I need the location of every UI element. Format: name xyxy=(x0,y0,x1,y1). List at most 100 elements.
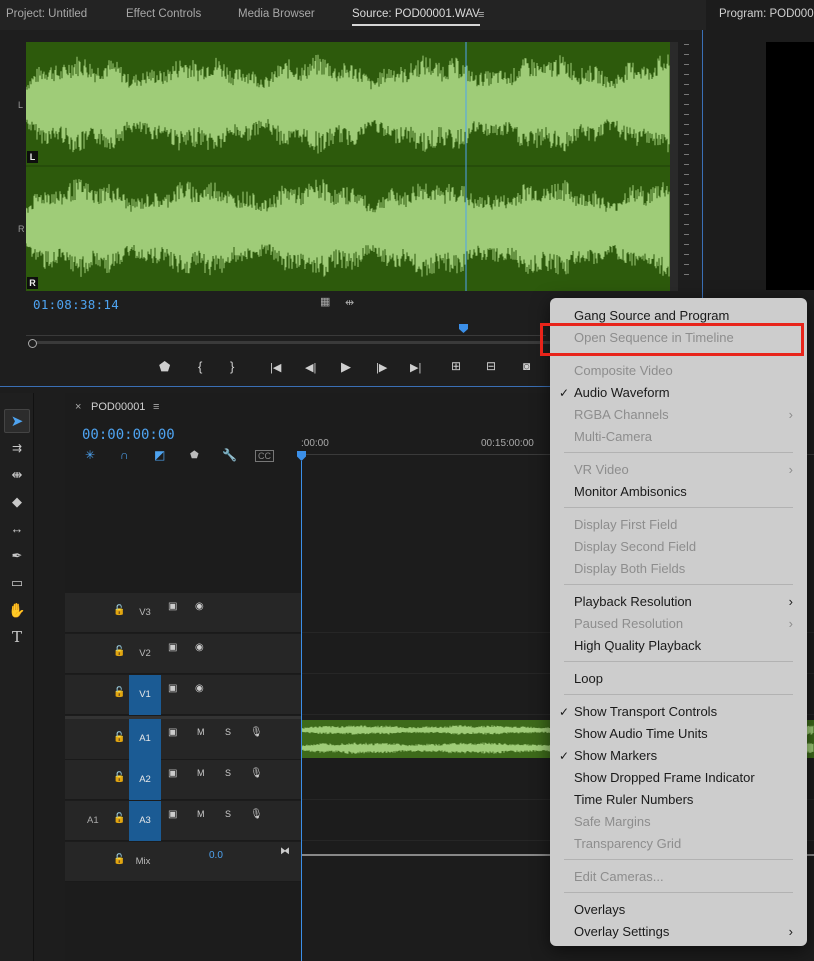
timeline-playhead[interactable] xyxy=(297,451,306,461)
eye-icon[interactable]: ◉ xyxy=(195,601,204,612)
track-name-v1[interactable]: V1 xyxy=(129,675,161,715)
menu-item-display-both-fields[interactable]: Display Both Fields xyxy=(574,561,685,577)
menu-item-display-first-field[interactable]: Display First Field xyxy=(574,517,677,533)
hand-tool-icon[interactable]: ✋ xyxy=(4,598,30,622)
pen-tool-icon[interactable]: ✒ xyxy=(4,544,30,568)
program-viewer[interactable] xyxy=(766,42,814,290)
track-header-v3[interactable]: 🔓 V3 ▣ ◉ xyxy=(65,593,301,633)
menu-item-edit-cameras[interactable]: Edit Cameras... xyxy=(574,869,664,885)
source-patch-a1[interactable]: A1 xyxy=(87,815,99,826)
nest-icon[interactable]: ✳ xyxy=(85,448,95,462)
lock-icon[interactable]: 🔓 xyxy=(113,605,125,616)
type-tool-icon[interactable]: T xyxy=(4,625,30,649)
menu-item-paused-resolution[interactable]: Paused Resolution xyxy=(574,616,683,632)
track-header-v1[interactable]: 🔓 V1 ▣ ◉ xyxy=(65,675,301,715)
track-name-a1[interactable]: A1 xyxy=(129,719,161,760)
mix-pan-icon[interactable]: ⧓ xyxy=(280,846,290,857)
track-name-a2[interactable]: A2 xyxy=(129,760,161,800)
audio-waveform[interactable]: L R xyxy=(26,42,670,291)
audio-drag-icon[interactable]: ⇹ xyxy=(345,296,354,309)
ripple-edit-tool-icon[interactable]: ⇼ xyxy=(4,463,30,487)
go-to-in-button[interactable]: |◀ xyxy=(270,361,281,374)
lock-icon[interactable]: 🔓 xyxy=(113,687,125,698)
track-select-tool-icon[interactable]: ⇉ xyxy=(4,436,30,460)
timeline-timecode[interactable]: 00:00:00:00 xyxy=(82,427,175,443)
go-to-out-button[interactable]: ▶| xyxy=(410,361,421,374)
tab-media-browser[interactable]: Media Browser xyxy=(238,8,315,20)
camera-icon[interactable]: ◙ xyxy=(523,359,530,373)
track-name-v3[interactable]: V3 xyxy=(129,593,161,633)
eye-icon[interactable]: ◉ xyxy=(195,683,204,694)
menu-item-show-audio-time-units[interactable]: Show Audio Time Units xyxy=(574,726,708,742)
zoom-handle[interactable] xyxy=(28,339,37,348)
menu-item-rgba-channels[interactable]: RGBA Channels xyxy=(574,407,669,423)
toggle-sync-icon[interactable]: ▣ xyxy=(168,601,177,612)
track-header-v2[interactable]: 🔓 V2 ▣ ◉ xyxy=(65,634,301,674)
wrench-icon[interactable]: 🔧 xyxy=(222,448,237,462)
track-header-a3[interactable]: A1 🔓 A3 ▣ M S 🎙 xyxy=(65,801,301,841)
razor-tool-icon[interactable]: ◆ xyxy=(4,490,30,514)
menu-item-overlay-settings[interactable]: Overlay Settings xyxy=(574,924,669,940)
insert-icon[interactable]: ⊞ xyxy=(451,359,461,373)
mute-button[interactable]: M xyxy=(197,768,205,778)
menu-item-loop[interactable]: Loop xyxy=(574,671,603,687)
toggle-sync-icon[interactable]: ▣ xyxy=(168,768,177,779)
snap-icon[interactable]: ∩ xyxy=(120,448,129,462)
menu-item-safe-margins[interactable]: Safe Margins xyxy=(574,814,651,830)
linked-selection-icon[interactable]: ◩ xyxy=(154,448,165,462)
tab-program[interactable]: Program: POD0000 xyxy=(719,8,814,20)
microphone-icon[interactable]: 🎙 xyxy=(250,768,263,779)
track-name-a3[interactable]: A3 xyxy=(129,801,161,841)
close-sequence-icon[interactable]: × xyxy=(75,401,81,413)
add-marker-icon[interactable]: ⬟ xyxy=(190,450,199,461)
step-back-button[interactable]: ◀| xyxy=(305,361,316,374)
menu-item-multi-camera[interactable]: Multi-Camera xyxy=(574,429,652,445)
lock-icon[interactable]: 🔓 xyxy=(113,813,125,824)
captions-icon[interactable]: CC xyxy=(255,450,274,462)
tab-effect-controls[interactable]: Effect Controls xyxy=(126,8,201,20)
sequence-menu-icon[interactable]: ≡ xyxy=(153,401,159,413)
microphone-icon[interactable]: 🎙 xyxy=(250,809,263,820)
solo-button[interactable]: S xyxy=(225,768,231,778)
add-marker-button[interactable]: ⬟ xyxy=(159,359,170,375)
step-forward-button[interactable]: |▶ xyxy=(376,361,387,374)
menu-item-gang-source-and-program[interactable]: Gang Source and Program xyxy=(574,308,729,324)
track-name-v2[interactable]: V2 xyxy=(129,634,161,674)
lock-icon[interactable]: 🔓 xyxy=(113,646,125,657)
menu-item-monitor-ambisonics[interactable]: Monitor Ambisonics xyxy=(574,484,687,500)
sequence-tab[interactable]: POD00001 xyxy=(91,401,145,413)
mix-volume[interactable]: 0.0 xyxy=(209,850,223,861)
menu-item-audio-waveform[interactable]: Audio Waveform xyxy=(574,385,670,401)
menu-item-vr-video[interactable]: VR Video xyxy=(574,462,629,478)
menu-item-composite-video[interactable]: Composite Video xyxy=(574,363,673,379)
rectangle-tool-icon[interactable]: ▭ xyxy=(4,571,30,595)
menu-item-show-markers[interactable]: Show Markers xyxy=(574,748,657,764)
mute-button[interactable]: M xyxy=(197,809,205,819)
lock-icon[interactable]: 🔓 xyxy=(113,732,125,743)
toggle-sync-icon[interactable]: ▣ xyxy=(168,642,177,653)
solo-button[interactable]: S xyxy=(225,809,231,819)
tab-project[interactable]: Project: Untitled xyxy=(6,8,87,20)
track-header-mix[interactable]: 🔓 Mix ⧓ xyxy=(65,842,301,882)
zoom-scroll-bar[interactable] xyxy=(30,341,550,344)
track-header-a2[interactable]: 🔓 A2 ▣ M S 🎙 xyxy=(65,760,301,800)
lock-icon[interactable]: 🔓 xyxy=(113,772,125,783)
source-time-ruler[interactable] xyxy=(26,328,546,336)
selection-tool-icon[interactable]: ➤ xyxy=(4,409,30,433)
toggle-sync-icon[interactable]: ▣ xyxy=(168,727,177,738)
menu-item-transparency-grid[interactable]: Transparency Grid xyxy=(574,836,681,852)
tab-source[interactable]: Source: POD00001.WAV xyxy=(352,8,480,26)
menu-item-show-dropped-frame-indicator[interactable]: Show Dropped Frame Indicator xyxy=(574,770,755,786)
menu-item-high-quality-playback[interactable]: High Quality Playback xyxy=(574,638,701,654)
menu-item-playback-resolution[interactable]: Playback Resolution xyxy=(574,594,692,610)
film-icon[interactable]: ▦ xyxy=(320,295,330,308)
waveform-scrollbar[interactable] xyxy=(670,42,678,291)
menu-item-overlays[interactable]: Overlays xyxy=(574,902,625,918)
play-button[interactable]: ▶ xyxy=(341,359,351,375)
solo-button[interactable]: S xyxy=(225,727,231,737)
microphone-icon[interactable]: 🎙 xyxy=(250,727,263,738)
track-header-a1[interactable]: 🔓 A1 ▣ M S 🎙 xyxy=(65,716,301,760)
mark-out-button[interactable]: } xyxy=(230,359,234,374)
menu-item-show-transport-controls[interactable]: Show Transport Controls xyxy=(574,704,717,720)
mark-in-button[interactable]: { xyxy=(198,359,202,374)
